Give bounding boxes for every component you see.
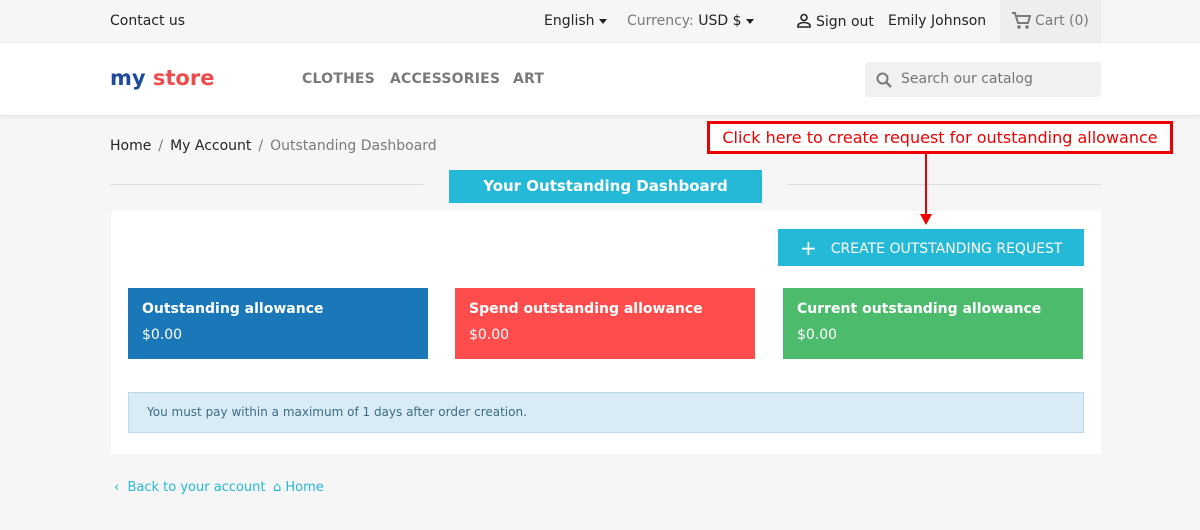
breadcrumb-current: Outstanding Dashboard bbox=[270, 138, 437, 154]
plus-icon: + bbox=[800, 235, 817, 260]
annotation-arrow bbox=[925, 154, 927, 216]
payment-notice: You must pay within a maximum of 1 days … bbox=[128, 392, 1084, 433]
language-selector[interactable]: English bbox=[544, 13, 607, 29]
breadcrumb: Home / My Account / Outstanding Dashboard bbox=[110, 138, 437, 154]
nav-clothes[interactable]: CLOTHES bbox=[302, 71, 375, 87]
caret-down-icon bbox=[745, 18, 754, 24]
breadcrumb-home[interactable]: Home bbox=[110, 138, 151, 154]
currency-value: USD $ bbox=[698, 13, 742, 29]
create-outstanding-request-button[interactable]: + CREATE OUTSTANDING REQUEST bbox=[778, 229, 1084, 266]
sign-out-link[interactable]: Sign out bbox=[796, 13, 874, 30]
back-label: Back to your account bbox=[127, 480, 266, 495]
nav-accessories[interactable]: ACCESSORIES bbox=[390, 71, 500, 87]
home-link[interactable]: ⌂ Home bbox=[273, 480, 324, 495]
home-icon: ⌂ bbox=[273, 480, 282, 495]
account-name-link[interactable]: Emily Johnson bbox=[888, 13, 986, 29]
language-value: English bbox=[544, 13, 595, 29]
store-logo[interactable]: my store bbox=[110, 66, 214, 90]
home-label: Home bbox=[285, 480, 324, 495]
divider bbox=[788, 184, 1101, 185]
cart-icon bbox=[1012, 12, 1031, 29]
caret-down-icon bbox=[598, 18, 607, 24]
chevron-left-icon: ‹ bbox=[114, 480, 120, 495]
contact-us-link[interactable]: Contact us bbox=[110, 13, 185, 29]
cart-label: Cart (0) bbox=[1035, 13, 1089, 29]
nav-art[interactable]: ART bbox=[513, 71, 544, 87]
card-value: $0.00 bbox=[797, 327, 838, 343]
current-outstanding-allowance-card: Current outstanding allowance $0.00 bbox=[783, 288, 1083, 359]
search-icon[interactable] bbox=[876, 72, 892, 88]
currency-label: Currency: bbox=[627, 13, 694, 29]
breadcrumb-my-account[interactable]: My Account bbox=[170, 138, 251, 154]
search-box bbox=[865, 62, 1101, 97]
annotation-callout: Click here to create request for outstan… bbox=[707, 121, 1173, 154]
card-value: $0.00 bbox=[469, 327, 510, 343]
site-header: my store CLOTHES ACCESSORIES ART bbox=[0, 43, 1200, 115]
card-title: Current outstanding allowance bbox=[797, 301, 1042, 317]
currency-selector[interactable]: Currency: USD $ bbox=[627, 13, 754, 29]
back-to-account-link[interactable]: ‹ Back to your account bbox=[114, 480, 266, 495]
search-input[interactable] bbox=[901, 71, 1091, 87]
user-icon bbox=[797, 13, 811, 28]
card-value: $0.00 bbox=[142, 327, 183, 343]
outstanding-allowance-card: Outstanding allowance $0.00 bbox=[128, 288, 428, 359]
page-title: Your Outstanding Dashboard bbox=[449, 170, 762, 203]
card-title: Spend outstanding allowance bbox=[469, 301, 703, 317]
sign-out-label: Sign out bbox=[816, 14, 874, 30]
top-bar: Contact us English Currency: USD $ Sign … bbox=[0, 0, 1200, 43]
card-title: Outstanding allowance bbox=[142, 301, 324, 317]
divider bbox=[110, 184, 423, 185]
arrow-head-icon bbox=[920, 214, 932, 225]
create-button-label: CREATE OUTSTANDING REQUEST bbox=[830, 240, 1063, 257]
spend-outstanding-allowance-card: Spend outstanding allowance $0.00 bbox=[455, 288, 755, 359]
cart-button[interactable]: Cart (0) bbox=[1000, 0, 1101, 43]
